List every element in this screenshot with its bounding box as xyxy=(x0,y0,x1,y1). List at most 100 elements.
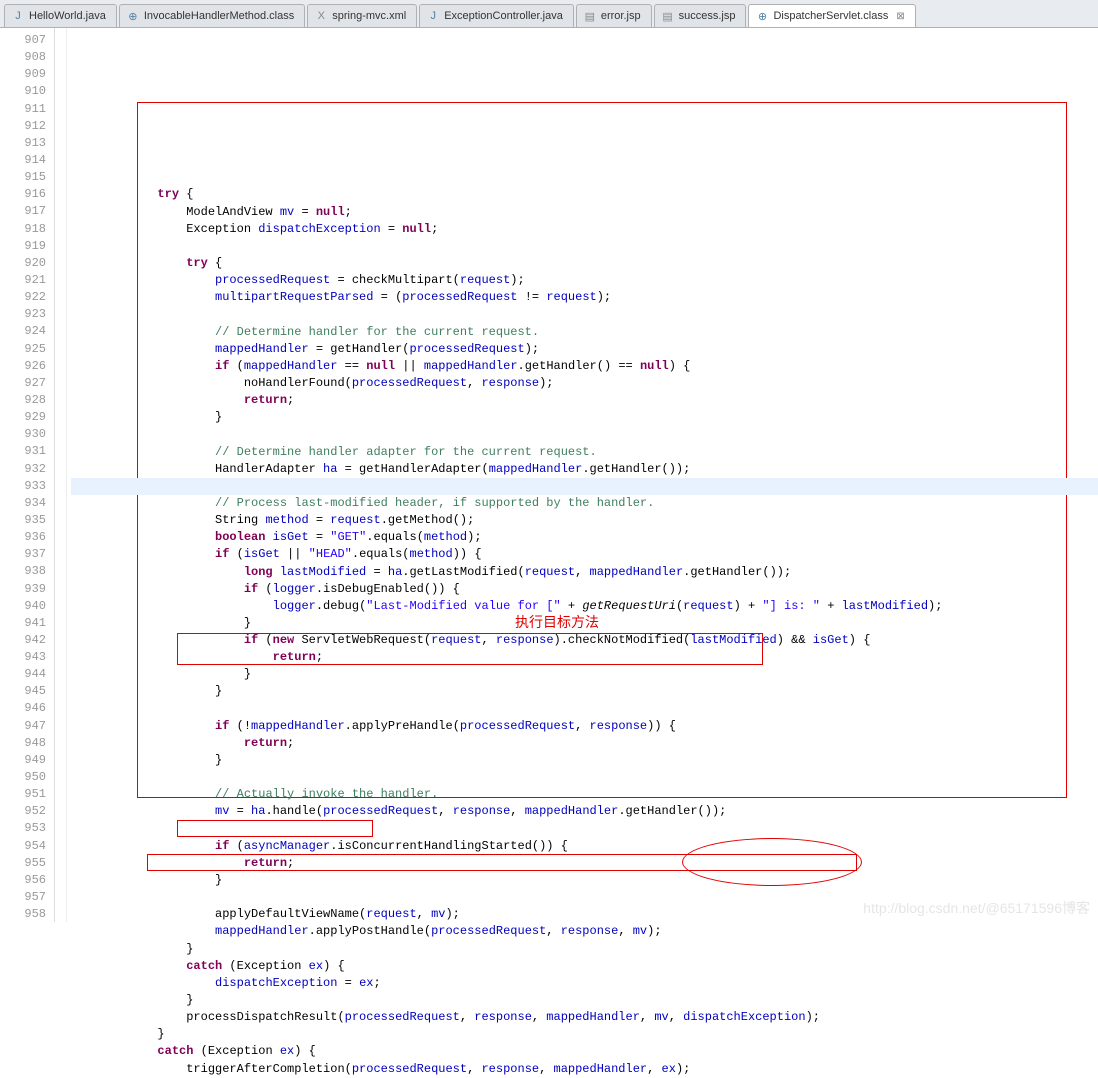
tab-label: spring-mvc.xml xyxy=(332,10,406,22)
code-line xyxy=(71,426,1098,443)
code-line: } xyxy=(71,872,1098,889)
file-type-icon: X xyxy=(314,9,328,23)
file-type-icon: J xyxy=(426,9,440,23)
close-icon[interactable]: ⊠ xyxy=(896,11,904,22)
code-line: } xyxy=(71,992,1098,1009)
code-line xyxy=(71,769,1098,786)
line-number: 937 xyxy=(0,546,46,563)
line-number: 936 xyxy=(0,529,46,546)
tab-label: success.jsp xyxy=(679,10,736,22)
line-number: 912 xyxy=(0,118,46,135)
code-line: HandlerAdapter ha = getHandlerAdapter(ma… xyxy=(71,461,1098,478)
code-line: processDispatchResult(processedRequest, … xyxy=(71,1009,1098,1026)
code-line: Exception dispatchException = null; xyxy=(71,221,1098,238)
editor-tab[interactable]: ⊕InvocableHandlerMethod.class xyxy=(119,4,305,27)
line-number: 916 xyxy=(0,186,46,203)
tab-label: DispatcherServlet.class xyxy=(773,10,888,22)
line-number: 947 xyxy=(0,718,46,735)
line-number: 920 xyxy=(0,255,46,272)
code-line: multipartRequestParsed = (processedReque… xyxy=(71,289,1098,306)
file-type-icon: ▤ xyxy=(661,9,675,23)
line-number: 925 xyxy=(0,341,46,358)
line-number: 915 xyxy=(0,169,46,186)
code-line: String method = request.getMethod(); xyxy=(71,512,1098,529)
line-number: 922 xyxy=(0,289,46,306)
code-line: if (mappedHandler == null || mappedHandl… xyxy=(71,358,1098,375)
code-line: processedRequest = checkMultipart(reques… xyxy=(71,272,1098,289)
code-line xyxy=(71,701,1098,718)
line-number: 941 xyxy=(0,615,46,632)
tab-label: HelloWorld.java xyxy=(29,10,106,22)
line-number: 958 xyxy=(0,906,46,923)
line-number: 928 xyxy=(0,392,46,409)
line-number: 934 xyxy=(0,495,46,512)
code-line: if (asyncManager.isConcurrentHandlingSta… xyxy=(71,838,1098,855)
code-line xyxy=(71,821,1098,838)
line-number: 924 xyxy=(0,323,46,340)
line-number: 931 xyxy=(0,443,46,460)
line-number: 907 xyxy=(0,32,46,49)
line-number: 933 xyxy=(0,478,46,495)
code-line: triggerAfterCompletion(processedRequest,… xyxy=(71,1061,1098,1078)
line-number: 940 xyxy=(0,598,46,615)
tab-label: InvocableHandlerMethod.class xyxy=(144,10,294,22)
line-number: 956 xyxy=(0,872,46,889)
line-number: 908 xyxy=(0,49,46,66)
code-line: } xyxy=(71,941,1098,958)
line-number: 927 xyxy=(0,375,46,392)
editor-tab[interactable]: ▤ success.jsp xyxy=(654,4,747,27)
line-number: 921 xyxy=(0,272,46,289)
line-number: 932 xyxy=(0,461,46,478)
line-number: 957 xyxy=(0,889,46,906)
code-line: if (!mappedHandler.applyPreHandle(proces… xyxy=(71,718,1098,735)
code-line: if (logger.isDebugEnabled()) { xyxy=(71,581,1098,598)
editor-tabs: JHelloWorld.java⊕InvocableHandlerMethod.… xyxy=(0,0,1098,28)
code-line: } xyxy=(71,752,1098,769)
editor-tab[interactable]: Xspring-mvc.xml xyxy=(307,4,417,27)
line-number: 917 xyxy=(0,203,46,220)
code-line: boolean isGet = "GET".equals(method); xyxy=(71,529,1098,546)
line-number: 923 xyxy=(0,306,46,323)
code-line: mappedHandler = getHandler(processedRequ… xyxy=(71,341,1098,358)
line-number: 930 xyxy=(0,426,46,443)
code-line: if (new ServletWebRequest(request, respo… xyxy=(71,632,1098,649)
code-area[interactable]: 执行目标方法 try { ModelAndView mv = null; Exc… xyxy=(67,28,1098,922)
line-number: 926 xyxy=(0,358,46,375)
editor-tab[interactable]: ⊕ DispatcherServlet.class ⊠ xyxy=(748,4,915,27)
editor-tab[interactable]: ▤ error.jsp xyxy=(576,4,652,27)
code-line: return; xyxy=(71,392,1098,409)
code-line: return; xyxy=(71,855,1098,872)
line-number: 946 xyxy=(0,700,46,717)
code-line: } xyxy=(71,683,1098,700)
line-number: 910 xyxy=(0,83,46,100)
file-type-icon: ⊕ xyxy=(755,9,769,23)
editor-tab[interactable]: JExceptionController.java xyxy=(419,4,574,27)
code-line: // Process last-modified header, if supp… xyxy=(71,495,1098,512)
line-number: 950 xyxy=(0,769,46,786)
line-number: 911 xyxy=(0,101,46,118)
fold-column xyxy=(55,28,67,922)
file-type-icon: ▤ xyxy=(583,9,597,23)
line-number: 945 xyxy=(0,683,46,700)
code-line: } xyxy=(71,409,1098,426)
line-number: 938 xyxy=(0,563,46,580)
code-line: if (isGet || "HEAD".equals(method)) { xyxy=(71,546,1098,563)
code-line: catch (Exception ex) { xyxy=(71,1043,1098,1060)
line-number: 942 xyxy=(0,632,46,649)
line-number: 909 xyxy=(0,66,46,83)
code-line: long lastModified = ha.getLastModified(r… xyxy=(71,564,1098,581)
line-number: 955 xyxy=(0,855,46,872)
line-number-gutter: 9079089099109119129139149159169179189199… xyxy=(0,28,55,922)
line-number: 948 xyxy=(0,735,46,752)
line-number: 914 xyxy=(0,152,46,169)
line-number: 951 xyxy=(0,786,46,803)
line-number: 949 xyxy=(0,752,46,769)
tab-label: error.jsp xyxy=(601,10,641,22)
code-line: } xyxy=(71,615,1098,632)
editor-tab[interactable]: JHelloWorld.java xyxy=(4,4,117,27)
code-line xyxy=(71,478,1098,495)
code-line: // Actually invoke the handler. xyxy=(71,786,1098,803)
code-line: ModelAndView mv = null; xyxy=(71,204,1098,221)
line-number: 918 xyxy=(0,221,46,238)
line-number: 929 xyxy=(0,409,46,426)
